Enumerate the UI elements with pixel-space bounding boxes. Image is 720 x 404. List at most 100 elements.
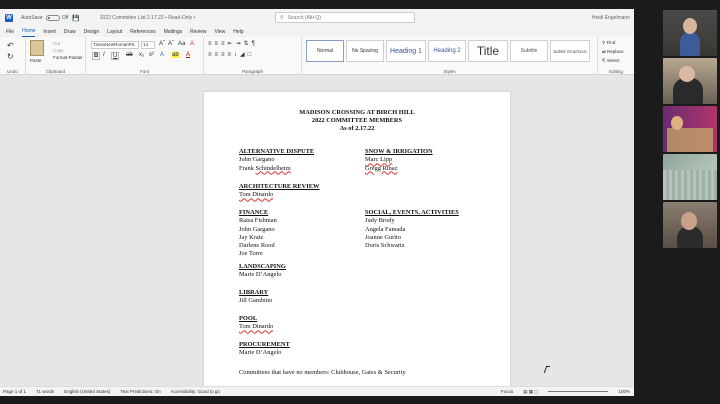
replace-button[interactable]: ⇄ Replace — [602, 49, 624, 55]
autosave-label: AutoSave — [21, 15, 43, 21]
paste-icon[interactable] — [30, 40, 44, 56]
tab-review[interactable]: Review — [190, 29, 206, 37]
committee-member: Tom Dinardo — [239, 323, 274, 331]
select-label: Select — [607, 58, 620, 63]
tab-file[interactable]: File — [6, 29, 14, 37]
zoom-slider[interactable] — [548, 391, 609, 392]
underline-button[interactable]: U — [111, 52, 120, 60]
tab-draw[interactable]: Draw — [64, 29, 76, 37]
focus-button[interactable]: Focus — [501, 389, 513, 394]
video-tile-3[interactable] — [663, 106, 717, 152]
highlight-icon[interactable]: ab — [172, 52, 179, 58]
committee-heading: LANDSCAPING — [239, 263, 286, 270]
paragraph-group-label: Paragraph — [241, 69, 263, 74]
clear-format-icon[interactable]: A — [190, 41, 194, 47]
tab-references[interactable]: References — [130, 29, 156, 37]
committee-member: Tom Dinardo — [239, 191, 274, 199]
committee-member: Judy Brody — [365, 217, 395, 225]
word-count[interactable]: 71 words — [36, 389, 54, 394]
committee-heading: ARCHITECTURE REVIEW — [239, 183, 320, 190]
cut-button[interactable]: Cut — [53, 41, 60, 46]
committee-architecture-review: ARCHITECTURE REVIEW Tom Dinardo — [239, 183, 319, 200]
subscript-button[interactable]: x₂ — [139, 52, 144, 58]
committee-snow-irrigation: SNOW & IRRIGATION Marc Lipp Gregg Rinaz — [365, 148, 433, 173]
list-buttons-icon[interactable]: ≡≡≡⇤⇥⇅¶ — [208, 40, 258, 47]
committee-heading: SOCIAL, EVENTS, ACTIVITIES — [365, 209, 459, 216]
alignment-buttons-icon[interactable]: ≡≡≡≡↕◢□ — [208, 51, 254, 58]
committee-member: Joe Torre — [239, 250, 263, 258]
shrink-font-icon[interactable]: Aˇ — [168, 41, 174, 47]
grow-font-icon[interactable]: Aˆ — [159, 41, 165, 47]
committee-heading: POOL — [239, 315, 258, 322]
committee-heading: ALTERNATIVE DISPUTE — [239, 148, 315, 155]
document-canvas[interactable]: MADISON CROSSING AT BIRCH HILL 2022 COMM… — [0, 75, 634, 392]
text-effects-icon[interactable]: A — [160, 52, 164, 58]
participant-face-icon — [671, 116, 683, 130]
tab-layout[interactable]: Layout — [107, 29, 122, 37]
committee-member: Joanne Gurito — [365, 233, 402, 241]
tab-help[interactable]: Help — [233, 29, 243, 37]
search-icon: ⚲ — [280, 14, 284, 21]
tab-view[interactable]: View — [215, 29, 226, 37]
document-title[interactable]: 2022 Committee List 2.17.22 • Read-Only … — [100, 15, 196, 21]
participant-face-icon — [681, 212, 697, 230]
clipboard-group: Paste Cut Copy Format Painter Clipboard — [26, 37, 86, 75]
select-button[interactable]: ⇱ Select — [602, 58, 620, 64]
font-size-select[interactable]: 14 — [141, 41, 155, 49]
committee-heading: PROCUREMENT — [239, 341, 290, 348]
bold-button[interactable]: B — [92, 52, 101, 60]
paragraph-group: ≡≡≡⇤⇥⇅¶ ≡≡≡≡↕◢□ Paragraph — [204, 37, 302, 75]
font-group: TimesNewRomanPS 14 Aˆ Aˇ Aa A B I U ab x… — [86, 37, 204, 75]
undo-icon[interactable]: ↶ — [7, 41, 14, 50]
video-tile-1[interactable] — [663, 10, 717, 56]
style-heading-1[interactable]: Heading 1 — [386, 40, 426, 62]
superscript-button[interactable]: x² — [149, 52, 154, 58]
format-painter-button[interactable]: Format Painter — [53, 55, 83, 60]
user-name[interactable]: Heidi Engelmann — [592, 15, 630, 21]
ribbon: ↶ ↻ Undo Paste Cut Copy Format Painter C… — [0, 37, 634, 75]
text-predictions[interactable]: Text Predictions: On — [120, 389, 160, 394]
italic-button[interactable]: I — [103, 52, 105, 58]
language-status[interactable]: English (United States) — [64, 389, 110, 394]
style-normal[interactable]: Normal — [306, 40, 344, 62]
document-page[interactable]: MADISON CROSSING AT BIRCH HILL 2022 COMM… — [204, 92, 510, 392]
zoom-level[interactable]: 100% — [618, 389, 630, 394]
video-tile-4[interactable] — [663, 154, 717, 200]
autosave-state: Off — [61, 15, 69, 21]
paste-button[interactable]: Paste — [30, 58, 42, 63]
committee-landscaping: LANDSCAPING Marie D’Angelo — [239, 263, 286, 280]
style-subtle-emphasis[interactable]: Subtle Emphasis — [550, 40, 590, 62]
autosave-toggle[interactable] — [45, 15, 60, 21]
no-members-note: Committees that have no members: Clubhou… — [239, 369, 406, 377]
find-button[interactable]: ⚲ Find — [602, 40, 615, 46]
ribbon-tabs: File Home Insert Draw Design Layout Refe… — [0, 27, 634, 37]
mouse-pointer-icon — [543, 366, 551, 373]
committee-member: John Gargano — [239, 225, 275, 233]
styles-group: Normal No Spacing Heading 1 Heading 2 Ti… — [302, 37, 598, 75]
font-name-select[interactable]: TimesNewRomanPS — [91, 41, 139, 49]
change-case-icon[interactable]: Aa — [178, 41, 185, 47]
video-tile-2[interactable] — [663, 58, 717, 104]
page-count[interactable]: Page 1 of 1 — [3, 389, 26, 394]
undo-group: ↶ ↻ Undo — [0, 37, 26, 75]
strikethrough-button[interactable]: ab — [126, 52, 133, 58]
style-subtitle[interactable]: Subtitle — [510, 40, 548, 62]
font-color-icon[interactable]: A — [186, 52, 190, 58]
style-no-spacing[interactable]: No Spacing — [346, 40, 384, 62]
tab-insert[interactable]: Insert — [43, 29, 56, 37]
copy-button[interactable]: Copy — [53, 48, 64, 53]
accessibility-status[interactable]: Accessibility: Good to go — [171, 389, 220, 394]
tab-mailings[interactable]: Mailings — [164, 29, 182, 37]
participant-face-icon — [679, 66, 695, 82]
search-box[interactable]: ⚲ Search (Alt+Q) — [275, 12, 415, 23]
redo-icon[interactable]: ↻ — [7, 52, 14, 61]
find-icon: ⚲ — [602, 40, 606, 45]
tab-home[interactable]: Home — [22, 28, 36, 37]
replace-label: Replace — [607, 49, 624, 54]
tab-design[interactable]: Design — [84, 29, 100, 37]
save-icon[interactable]: 💾 — [72, 15, 79, 22]
view-buttons-icon[interactable]: ▤ ▦ ▢ — [523, 389, 538, 395]
video-tile-5[interactable] — [663, 202, 717, 248]
style-title[interactable]: Title — [468, 40, 508, 62]
style-heading-2[interactable]: Heading 2 — [428, 40, 466, 62]
